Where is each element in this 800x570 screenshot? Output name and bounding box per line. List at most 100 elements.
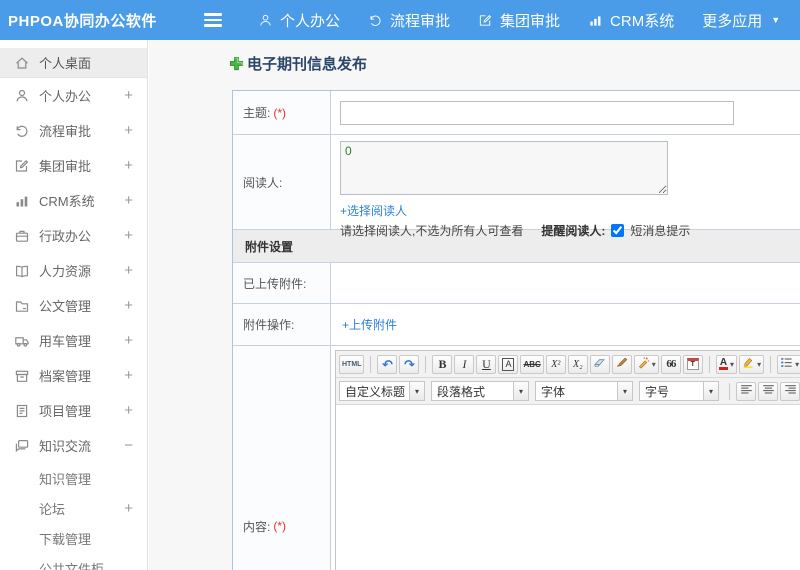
font-border-button[interactable]: A [498, 354, 519, 374]
truck-icon [14, 333, 30, 349]
toolbar-separator [708, 355, 710, 373]
align-center-icon [762, 383, 775, 399]
briefcase-icon [14, 228, 30, 244]
uploaded-attachments-row: 已上传附件: [233, 263, 800, 304]
sidebar-item-archive-management[interactable]: 档案管理 + [0, 358, 147, 393]
font-size-select[interactable]: 字号 ▾ [639, 381, 719, 401]
heading-style-select[interactable]: 自定义标题 ▾ [339, 381, 425, 401]
undo-button[interactable]: ↶ [377, 354, 398, 374]
top-nav-crm-system[interactable]: CRM系统 [588, 10, 674, 31]
app-title: PHPOA协同办公软件 [8, 12, 157, 30]
expand-plus-icon[interactable]: + [124, 227, 133, 244]
sidebar-item-personal-desktop[interactable]: 个人桌面 [0, 48, 147, 78]
subject-input[interactable] [340, 100, 734, 125]
editor-toolbar-row2: 自定义标题 ▾ 段落格式 ▾ 字体 ▾ 字号 ▾ [336, 378, 800, 405]
superscript-button[interactable]: X² [545, 354, 566, 374]
sidebar-item-group-approval[interactable]: 集团审批 + [0, 148, 147, 183]
highlighter-icon [742, 356, 755, 372]
back-color-button[interactable]: ▾ [739, 354, 765, 374]
sidebar-item-public-file-cabinet[interactable]: 公共文件柜 [0, 553, 147, 570]
collapse-minus-icon[interactable]: − [124, 437, 133, 454]
eraser-icon [593, 356, 606, 372]
title-box-button[interactable]: T [682, 354, 703, 374]
italic-button[interactable]: I [454, 354, 475, 374]
sidebar-item-project-management[interactable]: 项目管理 + [0, 393, 147, 428]
top-nav-workflow-approval[interactable]: 流程审批 [368, 10, 450, 31]
edit-icon [478, 13, 493, 28]
align-right-button[interactable] [780, 381, 800, 401]
top-nav-group-approval[interactable]: 集团审批 [478, 10, 560, 31]
sidebar-item-label: 集团审批 [39, 159, 92, 174]
top-nav-personal-office[interactable]: 个人办公 [258, 10, 340, 31]
sidebar-item-download-management[interactable]: 下载管理 [0, 523, 147, 553]
align-left-icon [740, 383, 753, 399]
top-nav-more-apps[interactable]: 更多应用 ▼ [702, 10, 780, 31]
chevron-down-icon: ▾ [795, 359, 800, 369]
select-readers-link[interactable]: +选择阅读人 [340, 202, 407, 219]
sidebar-item-label: 公共文件柜 [39, 561, 105, 570]
expand-plus-icon[interactable]: + [124, 367, 133, 384]
editor-content-area[interactable] [336, 405, 800, 570]
expand-plus-icon[interactable]: + [124, 157, 133, 174]
top-nav-label: 更多应用 [702, 12, 763, 30]
publish-form: 主题: (*) 阅读人: +选择阅读人 请选择阅读人,不选为所有人可查看 提醒阅… [232, 90, 800, 570]
expand-plus-icon[interactable]: + [124, 87, 133, 104]
font-size-select-value: 字号 [645, 384, 670, 399]
expand-plus-icon[interactable]: + [124, 500, 133, 517]
chevron-down-icon: ▾ [703, 382, 718, 400]
align-center-button[interactable] [758, 381, 778, 401]
expand-plus-icon[interactable]: + [124, 332, 133, 349]
expand-plus-icon[interactable]: + [124, 297, 133, 314]
remove-format-button[interactable] [589, 354, 610, 374]
uploaded-attachments-label: 已上传附件: [233, 263, 331, 303]
expand-plus-icon[interactable]: + [124, 122, 133, 139]
doclist-icon [14, 403, 30, 419]
chevron-down-icon: ▾ [409, 382, 424, 400]
uploaded-attachments-value [331, 263, 800, 303]
top-nav-label: 集团审批 [500, 12, 561, 30]
strikethrough-button[interactable]: ABC [520, 354, 544, 374]
subscript-button[interactable]: X₂ [567, 354, 588, 374]
sidebar-item-label: 用车管理 [39, 334, 92, 349]
paragraph-format-select[interactable]: 段落格式 ▾ [431, 381, 529, 401]
hamburger-menu-icon[interactable] [204, 13, 222, 27]
readers-textarea[interactable] [340, 141, 668, 195]
expand-plus-icon[interactable]: + [124, 192, 133, 209]
sidebar-item-document-management[interactable]: 公文管理 + [0, 288, 147, 323]
bold-button[interactable]: B [432, 354, 453, 374]
sidebar-item-personal-office[interactable]: 个人办公 + [0, 78, 147, 113]
font-color-button[interactable]: A ▾ [715, 354, 738, 374]
upload-attachment-link[interactable]: +上传附件 [342, 316, 397, 333]
html-source-button[interactable]: HTML [339, 354, 365, 374]
underline-button[interactable]: U [476, 354, 497, 374]
ordered-list-button[interactable]: ▾ [777, 354, 800, 374]
sidebar-item-vehicle-management[interactable]: 用车管理 + [0, 323, 147, 358]
refresh-icon [14, 123, 30, 139]
readers-hint: 请选择阅读人,不选为所有人可查看 提醒阅读人: 短消息提示 [340, 224, 691, 238]
sidebar-item-label: 公文管理 [39, 299, 92, 314]
person-icon [14, 88, 30, 104]
sidebar-item-crm-system[interactable]: CRM系统 + [0, 183, 147, 218]
sidebar-item-label: 人力资源 [39, 264, 92, 279]
expand-plus-icon[interactable]: + [124, 262, 133, 279]
page-title: 电子期刊信息发布 [229, 53, 367, 74]
sidebar-item-label: 档案管理 [39, 369, 92, 384]
blockquote-button[interactable]: 66 [660, 354, 681, 374]
sidebar-item-human-resources[interactable]: 人力资源 + [0, 253, 147, 288]
subject-label: 主题: (*) [233, 91, 331, 134]
redo-button[interactable]: ↷ [399, 354, 420, 374]
auto-typeset-button[interactable]: ▾ [633, 354, 659, 374]
font-family-select[interactable]: 字体 ▾ [535, 381, 633, 401]
sidebar-item-forum[interactable]: 论坛 + [0, 493, 147, 523]
sidebar-item-workflow-approval[interactable]: 流程审批 + [0, 113, 147, 148]
sms-reminder-checkbox[interactable] [611, 224, 625, 237]
sidebar-item-knowledge-management[interactable]: 知识管理 [0, 463, 147, 493]
format-painter-button[interactable] [611, 354, 632, 374]
expand-plus-icon[interactable]: + [124, 402, 133, 419]
align-left-button[interactable] [736, 381, 756, 401]
sidebar-item-knowledge-exchange[interactable]: 知识交流 − [0, 428, 147, 463]
home-icon [14, 55, 30, 71]
sidebar-item-admin-office[interactable]: 行政办公 + [0, 218, 147, 253]
person-icon [258, 13, 273, 28]
attachment-ops-row: 附件操作: +上传附件 [233, 304, 800, 346]
